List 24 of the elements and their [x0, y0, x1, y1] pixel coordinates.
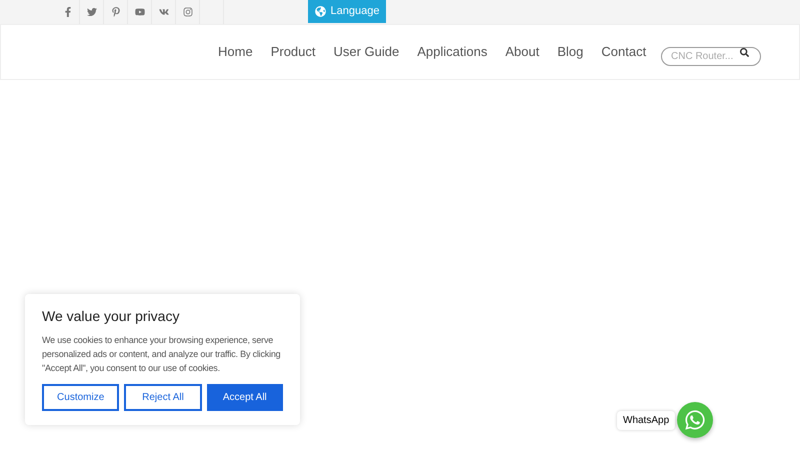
- globe-icon: [314, 6, 326, 17]
- cookie-text: We use cookies to enhance your browsing experience, serve personalized ads or content, and analyze our traffic. By clicking "Accept All", you consent to our use of cookies.: [42, 334, 282, 375]
- nav-link[interactable]: Home: [211, 42, 260, 62]
- vk-icon: [158, 7, 168, 17]
- search-icon[interactable]: [740, 48, 749, 56]
- youtube-icon: [134, 7, 144, 17]
- twitter-icon: [86, 7, 96, 17]
- cookie-option-button[interactable]: Customize: [42, 384, 120, 411]
- whatsapp-icon: [684, 409, 706, 431]
- cookie-title: We value your privacy: [42, 307, 180, 326]
- accept-button[interactable]: Accept All: [206, 384, 283, 411]
- whatsapp-button[interactable]: [677, 402, 713, 438]
- nav-link[interactable]: About: [498, 42, 546, 62]
- nav-link[interactable]: Applications: [410, 42, 494, 62]
- cookie-option-button[interactable]: Reject All: [124, 384, 202, 411]
- nav-link[interactable]: Contact: [594, 42, 654, 62]
- search-field[interactable]: CNC Router...: [661, 46, 761, 66]
- nav-link[interactable]: Blog: [550, 42, 590, 62]
- facebook-icon: [62, 7, 72, 17]
- instagram-icon: [182, 7, 192, 17]
- whatsapp-label: WhatsApp: [617, 411, 676, 430]
- pinterest-icon: [110, 7, 120, 17]
- nav-link[interactable]: User Guide: [326, 42, 406, 62]
- nav-link[interactable]: Product: [264, 42, 322, 62]
